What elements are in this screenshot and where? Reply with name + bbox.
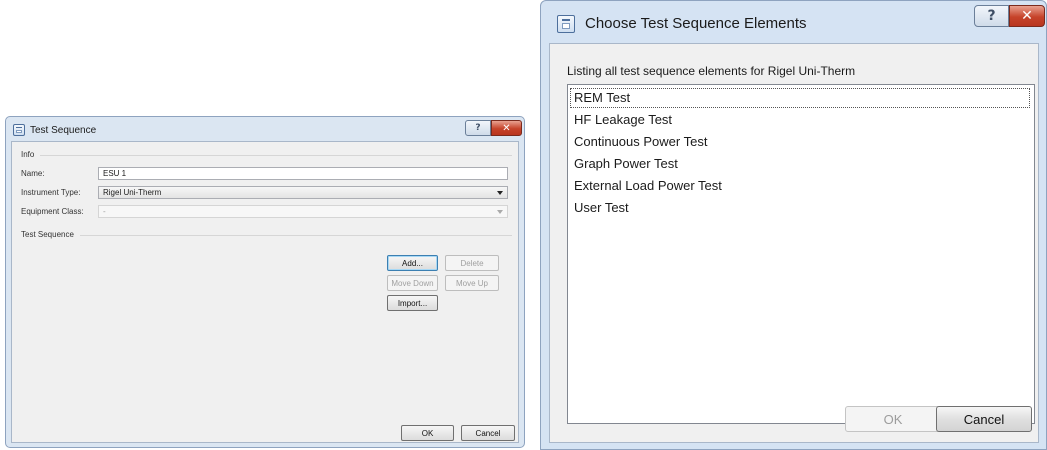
instrument-type-value: Rigel Uni-Therm [103, 188, 162, 197]
list-item[interactable]: HF Leakage Test [574, 111, 672, 129]
close-button[interactable]: ✕ [1009, 5, 1045, 27]
help-button[interactable]: ? [974, 5, 1009, 27]
equipment-class-value: - [103, 207, 106, 216]
cancel-button[interactable]: Cancel [461, 425, 515, 441]
window-icon [13, 124, 25, 136]
choose-elements-client: Listing all test sequence elements for R… [549, 43, 1039, 443]
test-sequence-dialog: Test Sequence ? ✕ Info Name: ESU 1 Instr… [5, 116, 525, 448]
name-label: Name: [21, 169, 45, 178]
list-caption: Listing all test sequence elements for R… [567, 64, 856, 78]
move-down-button[interactable]: Move Down [387, 275, 438, 291]
help-icon: ? [475, 123, 481, 133]
test-sequence-titlebar[interactable]: Test Sequence ? ✕ [6, 117, 524, 141]
chevron-down-icon [497, 191, 503, 195]
ok-button[interactable]: OK [401, 425, 454, 441]
close-icon: ✕ [1021, 8, 1033, 24]
add-button[interactable]: Add... [387, 255, 438, 271]
ok-button: OK [845, 406, 941, 432]
import-button[interactable]: Import... [387, 295, 438, 311]
name-input[interactable]: ESU 1 [98, 167, 508, 180]
test-sequence-group-divider [80, 235, 512, 236]
choose-elements-dialog: Choose Test Sequence Elements ? ✕ Listin… [540, 0, 1047, 450]
instrument-type-label: Instrument Type: [21, 188, 81, 197]
list-item[interactable]: Graph Power Test [574, 155, 678, 173]
dialog-title: Test Sequence [30, 125, 97, 136]
test-sequence-group-label: Test Sequence [21, 230, 74, 239]
instrument-type-select[interactable]: Rigel Uni-Therm [98, 186, 508, 199]
list-item[interactable]: User Test [574, 199, 629, 217]
equipment-class-label: Equipment Class: [21, 207, 84, 216]
list-item[interactable]: Continuous Power Test [574, 133, 707, 151]
elements-list[interactable]: REM Test HF Leakage Test Continuous Powe… [567, 84, 1035, 424]
help-button[interactable]: ? [465, 120, 491, 136]
list-item[interactable]: External Load Power Test [574, 177, 722, 195]
delete-button[interactable]: Delete [445, 255, 499, 271]
test-sequence-client: Info Name: ESU 1 Instrument Type: Rigel … [11, 141, 519, 443]
list-item[interactable]: REM Test [570, 88, 1030, 108]
info-group-divider [40, 155, 512, 156]
chevron-down-icon [497, 210, 503, 214]
close-icon: ✕ [502, 122, 511, 134]
move-up-button[interactable]: Move Up [445, 275, 499, 291]
choose-elements-titlebar[interactable]: Choose Test Sequence Elements ? ✕ [541, 1, 1046, 41]
name-value: ESU 1 [103, 169, 127, 178]
window-icon [557, 15, 575, 33]
help-icon: ? [987, 8, 996, 24]
close-button[interactable]: ✕ [491, 120, 522, 136]
info-group-label: Info [21, 150, 35, 159]
equipment-class-select: - [98, 205, 508, 218]
dialog-title: Choose Test Sequence Elements [585, 15, 807, 32]
cancel-button[interactable]: Cancel [936, 406, 1032, 432]
